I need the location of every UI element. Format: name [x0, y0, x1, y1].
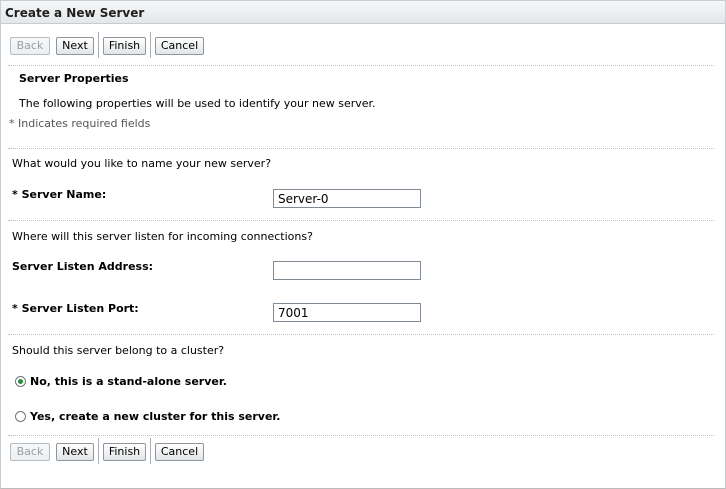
standalone-option-label[interactable]: No, this is a stand-alone server. — [30, 375, 227, 388]
listen-port-label-text: Server Listen Port: — [21, 302, 139, 315]
listen-port-input[interactable] — [273, 303, 421, 322]
button-divider — [98, 438, 99, 464]
required-marker: * — [12, 302, 18, 315]
divider — [8, 220, 714, 221]
finish-button[interactable]: Finish — [103, 443, 146, 461]
listen-question: Where will this server listen for incomi… — [12, 230, 313, 243]
listen-address-label: Server Listen Address: — [12, 260, 154, 273]
finish-button[interactable]: Finish — [103, 37, 146, 55]
divider — [8, 435, 714, 436]
cluster-question: Should this server belong to a cluster? — [12, 344, 225, 357]
server-name-label-text: Server Name: — [21, 188, 107, 201]
back-button[interactable]: Back — [10, 37, 50, 55]
new-cluster-radio[interactable] — [15, 411, 26, 422]
standalone-radio[interactable] — [15, 376, 26, 387]
back-button[interactable]: Back — [10, 443, 50, 461]
new-cluster-option-label[interactable]: Yes, create a new cluster for this serve… — [30, 410, 280, 423]
name-question: What would you like to name your new ser… — [12, 157, 272, 170]
server-name-input[interactable] — [273, 189, 421, 208]
divider — [8, 65, 714, 66]
section-description: The following properties will be used to… — [19, 97, 376, 110]
title-bar: Create a New Server — [1, 1, 725, 24]
cancel-button[interactable]: Cancel — [155, 443, 204, 461]
listen-port-label: * Server Listen Port: — [12, 302, 139, 315]
page-title: Create a New Server — [5, 6, 145, 20]
button-divider — [98, 32, 99, 58]
divider — [8, 334, 714, 335]
required-marker: * — [12, 188, 18, 201]
listen-address-input[interactable] — [273, 261, 421, 280]
button-divider — [150, 438, 151, 464]
next-button[interactable]: Next — [56, 443, 94, 461]
divider — [8, 148, 714, 149]
next-button[interactable]: Next — [56, 37, 94, 55]
cancel-button[interactable]: Cancel — [155, 37, 204, 55]
section-title: Server Properties — [19, 72, 129, 85]
button-divider — [150, 32, 151, 58]
required-fields-note: * Indicates required fields — [9, 117, 151, 130]
server-name-label: * Server Name: — [12, 188, 106, 201]
